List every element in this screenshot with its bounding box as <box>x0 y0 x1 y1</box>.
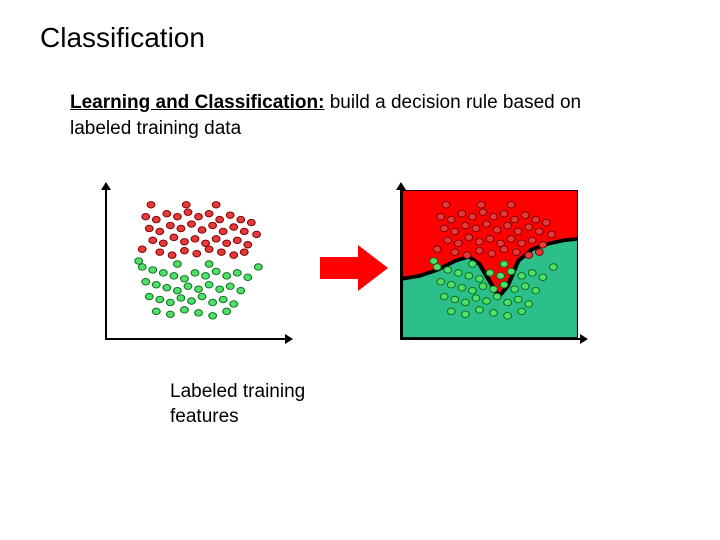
subtitle: Learning and Classification: build a dec… <box>70 90 630 141</box>
subtitle-lead: Learning and Classification: <box>70 92 324 113</box>
x-axis <box>400 338 580 340</box>
scatter-plot-training: Labeled training features <box>105 190 295 350</box>
caption-left: Labeled training features <box>170 380 350 429</box>
arrow-icon <box>320 245 390 291</box>
page-title: Classification <box>40 22 205 54</box>
axes <box>105 190 295 350</box>
scatter-plot-partition: Classification rule: partition of featur… <box>400 190 590 350</box>
scatter-canvas <box>402 190 578 338</box>
x-axis <box>105 338 285 340</box>
axes <box>400 190 590 350</box>
scatter-canvas <box>107 190 283 338</box>
